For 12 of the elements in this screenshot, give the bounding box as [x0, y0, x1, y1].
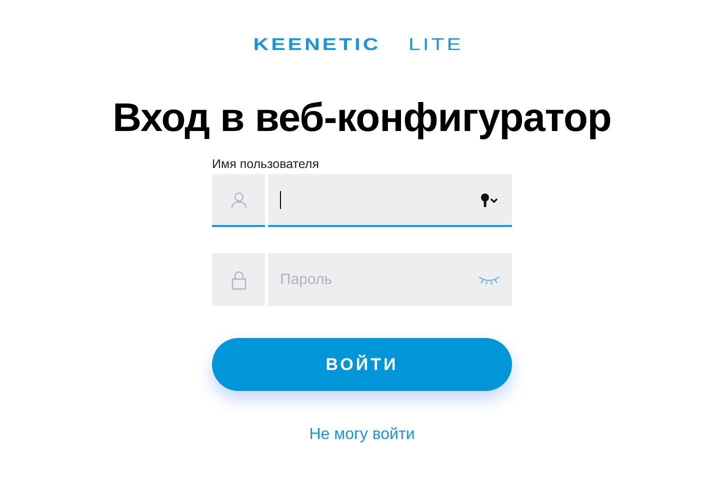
closed-eye-icon[interactable]: [478, 274, 500, 284]
field-label: Имя пользователя: [212, 157, 319, 171]
page-title: Вход в веб-конфигуратор: [112, 96, 612, 141]
key-icon[interactable]: [480, 192, 500, 206]
lock-icon: [230, 270, 246, 290]
user-icon: [230, 190, 248, 208]
password-field[interactable]: Пароль: [268, 253, 512, 306]
brand-logo: KEENETIC: [253, 35, 381, 55]
help-link[interactable]: Не могу войти: [309, 426, 415, 444]
model-name: LITE: [408, 35, 464, 55]
username-field[interactable]: [268, 174, 512, 227]
login-button[interactable]: ВОЙТИ: [212, 338, 512, 391]
